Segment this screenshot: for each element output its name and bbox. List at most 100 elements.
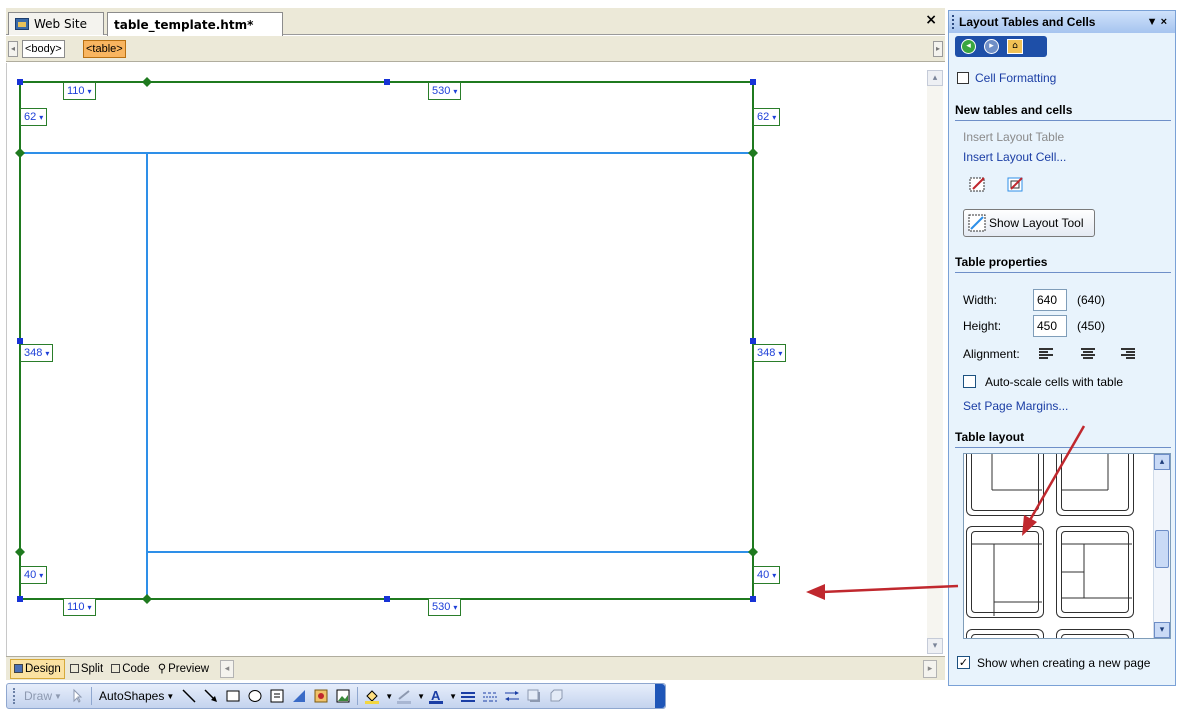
layout-option[interactable] (1056, 454, 1134, 516)
set-page-margins-link[interactable]: Set Page Margins... (963, 399, 1068, 413)
forward-icon[interactable]: ▸ (984, 39, 999, 54)
align-center-icon[interactable] (1081, 348, 1095, 360)
toolbar-options-icon[interactable] (655, 684, 665, 708)
home-icon[interactable]: ⌂ (1007, 39, 1023, 54)
toolbar-grip[interactable] (13, 688, 16, 704)
tab-table-template[interactable]: table_template.htm* (107, 12, 283, 36)
resize-handle (384, 596, 390, 602)
cell-formatting-icon (957, 72, 969, 84)
resize-handle (17, 79, 23, 85)
line-style-icon[interactable] (460, 688, 476, 704)
picture-icon[interactable] (335, 688, 351, 704)
arrow-icon[interactable] (203, 688, 219, 704)
column-width-label[interactable]: 110 ▾ (63, 82, 96, 100)
scroll-right-icon[interactable]: ▸ (933, 41, 943, 57)
preview-icon: ⚲ (157, 662, 167, 675)
tab-website-label: Web Site (34, 17, 88, 31)
gallery-scroll-up-icon[interactable]: ▴ (1154, 454, 1170, 470)
row-height-label[interactable]: 62 ▾ (753, 108, 781, 126)
layout-option-selected[interactable] (966, 526, 1044, 618)
layout-option[interactable] (966, 629, 1044, 638)
rectangle-icon[interactable] (225, 688, 241, 704)
align-right-icon[interactable] (1121, 348, 1135, 360)
insert-layout-table-link[interactable]: Insert Layout Table (963, 130, 1064, 144)
column-width-label[interactable]: 530 ▾ (428, 598, 462, 616)
row-height-value: 62 (757, 111, 770, 123)
vertical-scrollbar[interactable]: ▴ ▾ (927, 70, 943, 654)
oval-icon[interactable] (247, 688, 263, 704)
gallery-scrollbar[interactable]: ▴ ▾ (1153, 454, 1170, 638)
column-width-label[interactable]: 110 ▾ (63, 598, 96, 616)
row-height-value: 348 (757, 347, 776, 359)
autoscale-checkbox[interactable] (963, 375, 976, 388)
diagram-icon[interactable] (313, 688, 329, 704)
tag-table[interactable]: <table> (83, 40, 126, 58)
draw-layout-table-icon[interactable] (969, 176, 987, 192)
line-color-icon[interactable] (396, 688, 412, 704)
draw-layout-cell-icon[interactable] (1007, 176, 1025, 192)
line-icon[interactable] (181, 688, 197, 704)
scroll-up-icon[interactable]: ▴ (927, 70, 943, 86)
tab-split[interactable]: Split (67, 659, 106, 679)
tab-code[interactable]: Code (108, 659, 153, 679)
hscroll-right-icon[interactable]: ▸ (923, 660, 937, 678)
tab-website[interactable]: Web Site (8, 12, 104, 35)
close-document-icon[interactable]: × (925, 12, 937, 28)
tag-body[interactable]: <body> (22, 40, 65, 58)
font-color-dropdown-icon[interactable]: ▼ (449, 692, 457, 701)
height-field[interactable] (1033, 315, 1067, 337)
row-height-label[interactable]: 40 ▾ (20, 566, 48, 584)
column-width-value: 110 (67, 85, 85, 97)
tab-design-label: Design (25, 662, 61, 675)
table-layout-gallery[interactable]: ▴ ▾ (963, 453, 1171, 639)
text-box-icon[interactable] (269, 688, 285, 704)
layout-option[interactable] (1056, 526, 1134, 618)
dash-style-icon[interactable] (482, 688, 498, 704)
show-new-page-checkbox[interactable]: ✓ (957, 656, 970, 669)
fill-color-icon[interactable] (364, 688, 380, 704)
insert-layout-cell-link[interactable]: Insert Layout Cell... (963, 150, 1066, 164)
align-left-icon[interactable] (1039, 348, 1053, 360)
shadow-style-icon[interactable] (526, 688, 542, 704)
column-width-label[interactable]: 530 ▾ (428, 82, 462, 100)
arrow-style-icon[interactable] (504, 688, 520, 704)
font-color-icon[interactable]: A (428, 688, 444, 704)
row-height-label[interactable]: 348 ▾ (753, 344, 787, 362)
autoshapes-menu[interactable]: AutoShapes ▼ (99, 689, 174, 703)
hscroll-left-icon[interactable]: ◂ (220, 659, 235, 678)
show-new-page-label: Show when creating a new page (977, 656, 1151, 670)
tab-design[interactable]: Design (10, 658, 65, 679)
layout-option[interactable] (966, 454, 1044, 516)
row-height-label[interactable]: 40 ▾ (753, 566, 781, 584)
row-height-label[interactable]: 348 ▾ (20, 344, 54, 362)
layout-option[interactable] (1056, 629, 1134, 638)
line-color-dropdown-icon[interactable]: ▼ (417, 692, 425, 701)
show-layout-tool-button[interactable]: Show Layout Tool (963, 209, 1095, 237)
design-surface[interactable]: 110 ▾ 530 ▾ 110 ▾ 530 ▾ 62 ▾ 348 ▾ 40 ▾ 62 ▾ 348… (6, 63, 945, 656)
gallery-scroll-thumb[interactable] (1155, 530, 1169, 568)
tab-preview-label: Preview (168, 662, 210, 675)
scroll-down-icon[interactable]: ▾ (927, 638, 943, 654)
website-icon (15, 18, 29, 30)
back-icon[interactable]: ◂ (961, 39, 976, 54)
row-height-label[interactable]: 62 ▾ (20, 108, 48, 126)
column-width-value: 530 (432, 601, 451, 613)
gallery-scroll-down-icon[interactable]: ▾ (1154, 622, 1170, 638)
select-pointer-icon[interactable] (69, 688, 85, 704)
resize-handle (750, 79, 756, 85)
table-properties-heading: Table properties (955, 255, 1171, 273)
draw-menu[interactable]: Draw ▼ (24, 689, 62, 703)
autoshapes-menu-label: AutoShapes (98, 689, 165, 703)
code-view-icon (111, 664, 121, 673)
tab-preview[interactable]: ⚲ Preview (155, 659, 212, 679)
scroll-left-icon[interactable]: ◂ (8, 41, 18, 57)
fill-color-dropdown-icon[interactable]: ▼ (385, 692, 393, 701)
task-pane-controls[interactable]: ▼ × (1147, 11, 1167, 33)
cell-formatting-link[interactable]: Cell Formatting (975, 71, 1056, 85)
3d-style-icon[interactable] (548, 688, 564, 704)
width-field[interactable] (1033, 289, 1067, 311)
row-height-value: 62 (24, 111, 37, 123)
layout-table[interactable] (7, 63, 946, 656)
wordart-icon[interactable] (291, 688, 307, 704)
task-pane-nav: ◂ ▸ ⌂ (955, 36, 1047, 57)
